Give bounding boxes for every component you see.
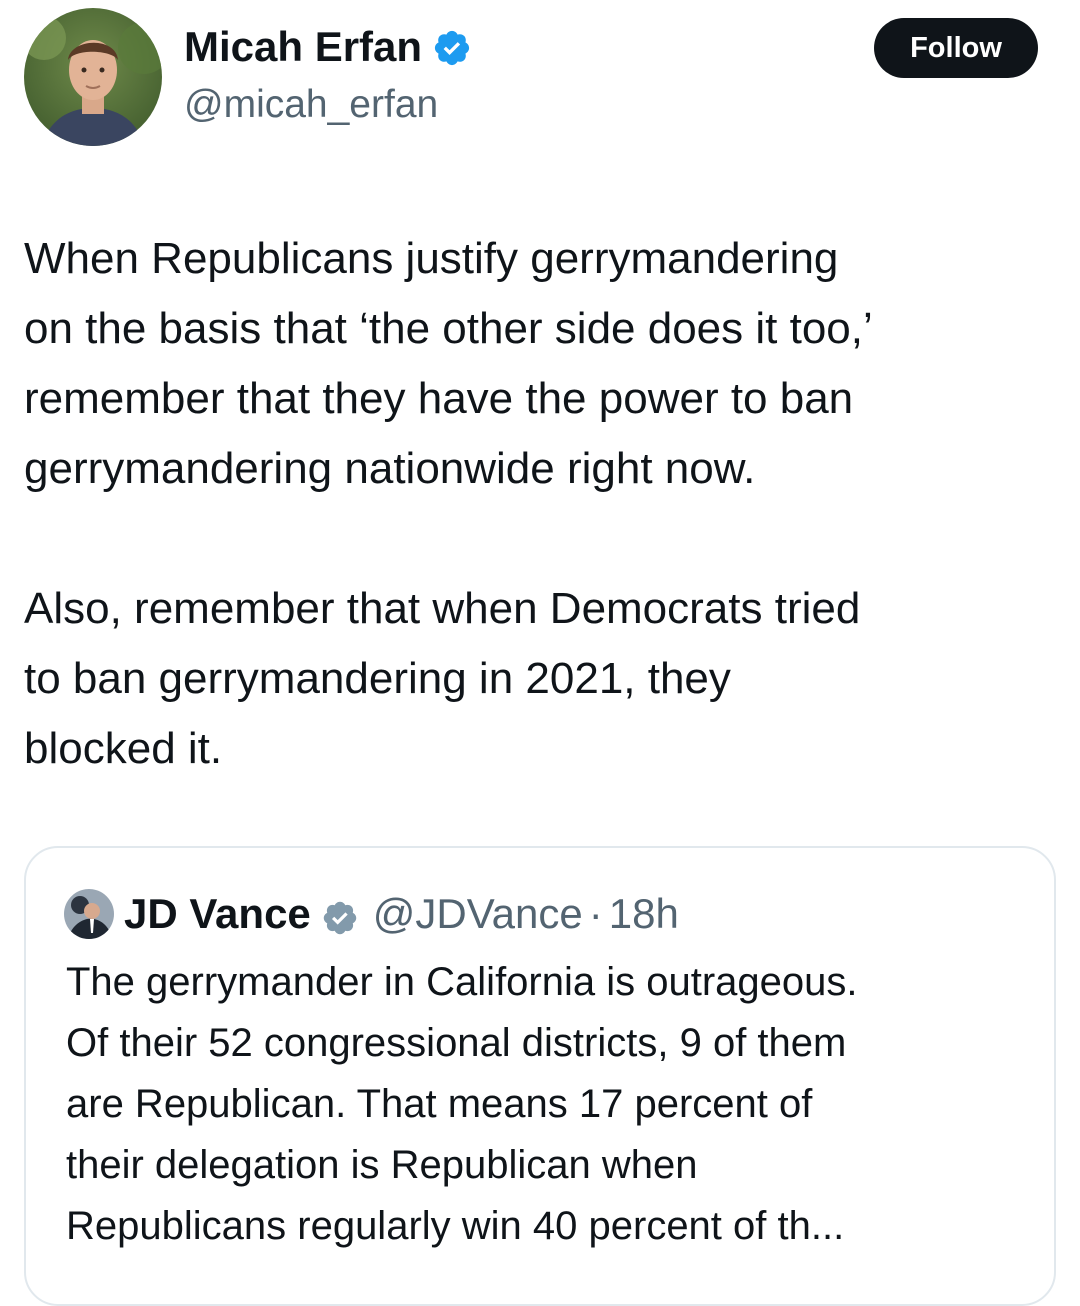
tweet-paragraph: Also, remember that when Democrats tried…	[24, 584, 861, 773]
verified-badge-icon[interactable]	[432, 27, 472, 67]
quoted-tweet-header: JD Vance @JDVance · 18h	[64, 886, 679, 942]
quoted-tweet-timestamp[interactable]: 18h	[609, 886, 679, 942]
author-handle[interactable]: @micah_erfan	[184, 80, 438, 130]
verified-badge-icon[interactable]	[321, 895, 359, 935]
tweet-text: When Republicans justify gerrymandering …	[24, 224, 1064, 784]
quoted-author-avatar[interactable]	[64, 889, 114, 939]
separator-dot: ·	[588, 890, 603, 937]
author-name-row[interactable]: Micah Erfan	[184, 20, 472, 74]
quoted-author-handle[interactable]: @JDVance	[373, 886, 583, 942]
follow-button[interactable]: Follow	[874, 18, 1038, 78]
tweet-paragraph: When Republicans justify gerrymandering …	[24, 234, 873, 493]
author-name[interactable]: Micah Erfan	[184, 20, 422, 74]
quoted-tweet-text: The gerrymander in California is outrage…	[66, 952, 1036, 1257]
quoted-tweet-body: The gerrymander in California is outrage…	[66, 960, 858, 1248]
author-avatar[interactable]	[24, 8, 162, 146]
quoted-author-name[interactable]: JD Vance	[124, 886, 311, 942]
quoted-tweet-card[interactable]: JD Vance @JDVance · 18h The gerrymander …	[24, 846, 1056, 1306]
